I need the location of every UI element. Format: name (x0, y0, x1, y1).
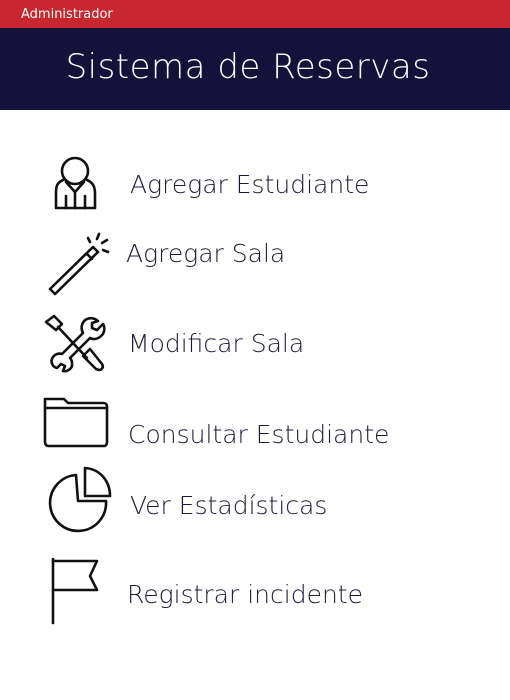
magic-wand-icon (40, 225, 112, 297)
menu-item-label: Modificar Sala (128, 329, 305, 358)
menu-item-label: Agregar Sala (126, 239, 286, 268)
user-role-label: Administrador (21, 7, 113, 22)
menu-item-agregar-estudiante[interactable]: Agregar Estudiante (40, 150, 460, 222)
menu-item-modificar-sala[interactable]: Modificar Sala (40, 308, 460, 380)
menu-item-registrar-incidente[interactable]: Registrar incidente (40, 555, 460, 627)
menu-item-label: Ver Estadísticas (130, 491, 328, 520)
top-bar: Administrador (0, 0, 510, 28)
menu-item-label: Registrar incidente (127, 580, 363, 609)
menu-item-ver-estadisticas[interactable]: Ver Estadísticas (40, 465, 460, 537)
app-header: Sistema de Reservas (0, 28, 510, 110)
page-title: Sistema de Reservas (65, 47, 431, 87)
pie-chart-icon (40, 465, 112, 537)
menu-item-label: Agregar Estudiante (130, 170, 370, 199)
user-icon (40, 150, 112, 222)
menu-item-consultar-estudiante[interactable]: Consultar Estudiante (40, 390, 460, 462)
folder-icon (40, 390, 112, 462)
flag-icon (40, 555, 112, 627)
tools-icon (40, 308, 112, 380)
menu-item-agregar-sala[interactable]: Agregar Sala (40, 225, 460, 297)
menu-item-label: Consultar Estudiante (128, 420, 390, 449)
